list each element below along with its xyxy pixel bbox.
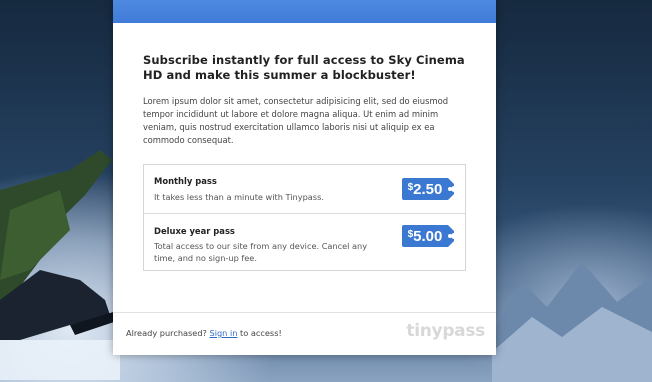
offer-description: Total access to our site from any device… bbox=[154, 241, 368, 263]
modal-header-bar bbox=[113, 0, 496, 23]
already-purchased-text: Already purchased? Sign in to access! bbox=[126, 328, 282, 338]
already-prefix: Already purchased? bbox=[126, 328, 207, 338]
modal-headline: Subscribe instantly for full access to S… bbox=[143, 53, 465, 82]
price-label[interactable]: $ 2.50 bbox=[402, 178, 448, 200]
price-button[interactable]: $ 2.50 bbox=[402, 178, 454, 200]
offer-list: Monthly pass It takes less than a minute… bbox=[143, 164, 466, 271]
modal-footer: Already purchased? Sign in to access! ti… bbox=[113, 312, 496, 355]
offer-deluxe-year-pass[interactable]: Deluxe year pass Total access to our sit… bbox=[144, 213, 465, 270]
price-label[interactable]: $ 5.00 bbox=[402, 225, 448, 247]
price-button[interactable]: $ 5.00 bbox=[402, 225, 454, 247]
offer-monthly-pass[interactable]: Monthly pass It takes less than a minute… bbox=[144, 165, 465, 213]
price-amount: 2.50 bbox=[413, 180, 443, 198]
sign-in-link[interactable]: Sign in bbox=[210, 328, 238, 338]
modal-description: Lorem ipsum dolor sit amet, consectetur … bbox=[143, 96, 449, 145]
offer-description: It takes less than a minute with Tinypas… bbox=[154, 192, 324, 202]
mountains-illustration bbox=[492, 262, 652, 382]
tinypass-logo: tinypass bbox=[406, 321, 485, 341]
offer-name: Deluxe year pass bbox=[154, 226, 235, 236]
price-amount: 5.00 bbox=[413, 227, 443, 245]
offer-name: Monthly pass bbox=[154, 176, 217, 186]
already-suffix: to access! bbox=[240, 328, 282, 338]
paywall-modal: Subscribe instantly for full access to S… bbox=[113, 0, 496, 355]
skier-illustration bbox=[0, 150, 120, 380]
